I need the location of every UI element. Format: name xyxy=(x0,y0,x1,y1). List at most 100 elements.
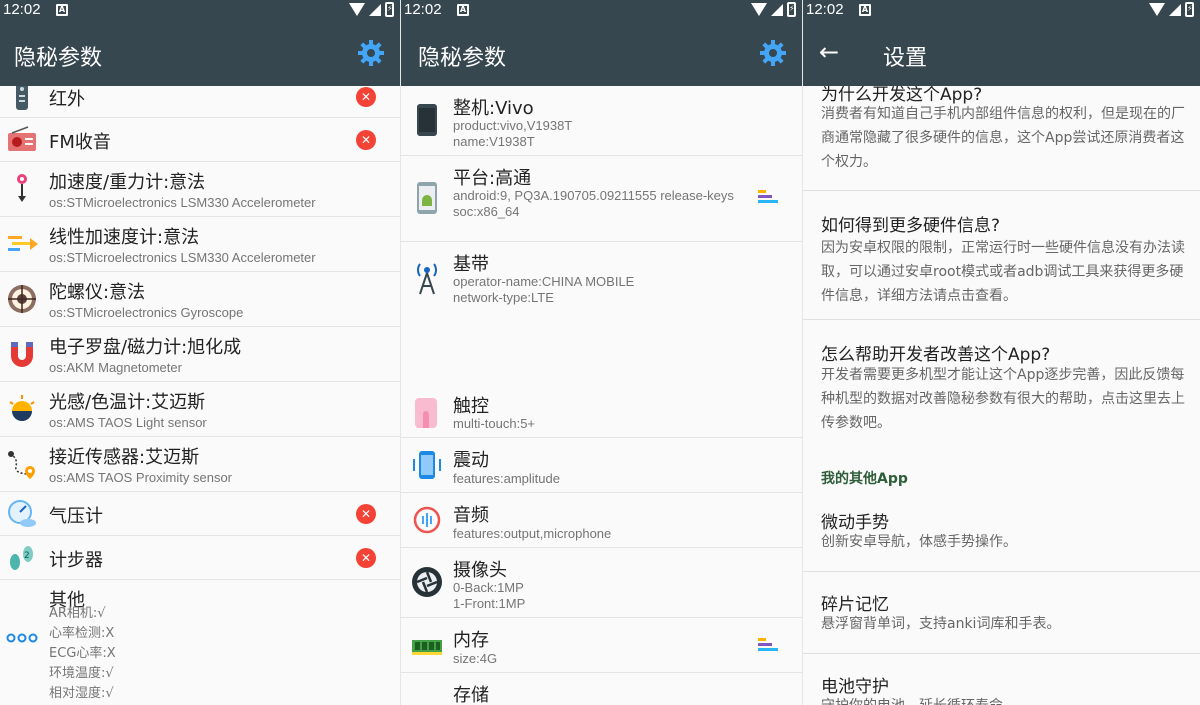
system-icons: ⚡ xyxy=(349,2,394,17)
screen-main-list-1: 12:02 A ⚡ 隐秘参数 红外 ✕ FM收音 ✕ 加速度/重力计:意法 os… xyxy=(0,0,400,705)
item-title: 存储 xyxy=(453,685,489,705)
item-subtitle: os:STMicroelectronics Gyroscope xyxy=(49,305,244,320)
notification-icon: A xyxy=(859,4,871,16)
remove-icon[interactable]: ✕ xyxy=(356,87,376,107)
item-title: 气压计 xyxy=(49,506,103,527)
notification-icon: A xyxy=(457,4,469,16)
battery-icon: ⚡ xyxy=(385,2,394,17)
feature-line: 环境温度:√ xyxy=(49,666,114,681)
list-item-magnetometer[interactable]: 电子罗盘/磁力计:旭化成 os:AKM Magnetometer xyxy=(0,327,400,382)
svg-text:2: 2 xyxy=(24,551,30,561)
speed-lines-icon xyxy=(8,236,38,251)
remote-control-icon xyxy=(16,86,28,110)
camera-aperture-icon xyxy=(412,567,442,597)
item-title: 红外 xyxy=(49,89,85,110)
notification-icon: A xyxy=(56,4,68,16)
list-item-fm-radio[interactable]: FM收音 ✕ xyxy=(0,118,400,162)
battery-icon: ⚡ xyxy=(787,2,796,17)
status-bar: 12:02 A ⚡ xyxy=(803,0,1200,22)
system-icons: ⚡ xyxy=(1149,2,1194,17)
settings-gear-icon[interactable] xyxy=(758,38,788,68)
cell-signal-icon xyxy=(1169,3,1181,16)
accelerometer-icon xyxy=(17,174,27,202)
list-item-memory[interactable]: 内存 size:4G xyxy=(401,618,802,673)
item-title: 线性加速度计:意法 xyxy=(49,227,200,248)
item-title: 光感/色温计:艾迈斯 xyxy=(49,392,206,413)
item-subtitle: features:amplitude xyxy=(453,471,560,486)
app-bar: ← 设置 xyxy=(803,22,1200,86)
settings-list: 为什么开发这个App? 消费者有知道自己手机内部组件信息的权利，但是现在的厂商通… xyxy=(803,86,1200,705)
list-item-proximity-sensor[interactable]: 接近传感器:艾迈斯 os:AMS TAOS Proximity sensor xyxy=(0,437,400,492)
app-item-memory[interactable]: 碎片记忆 悬浮窗背单词，支持anki词库和手表。 xyxy=(803,572,1200,653)
barometer-icon xyxy=(8,500,36,527)
item-title: 计步器 xyxy=(49,550,103,571)
item-title: 触控 xyxy=(453,396,489,417)
item-title: 摄像头 xyxy=(453,560,507,581)
list-item-barometer[interactable]: 气压计 ✕ xyxy=(0,492,400,536)
back-arrow-icon[interactable]: ← xyxy=(819,40,839,64)
remove-icon[interactable]: ✕ xyxy=(356,130,376,150)
item-description: 开发者需要更多机型才能让这个App逐步完善，因此反馈每种机型的数据对改善隐秘参数… xyxy=(821,367,1185,431)
ram-chip-icon xyxy=(412,640,442,655)
phone-icon xyxy=(417,104,437,136)
item-subtitle: size:4G xyxy=(453,651,498,666)
item-subtitle: os:AKM Magnetometer xyxy=(49,360,182,375)
list-item-storage[interactable]: 存储 xyxy=(401,673,802,705)
settings-item-more-info[interactable]: 如何得到更多硬件信息? 因为安卓权限的限制，正常运行时一些硬件信息没有办法读取，… xyxy=(803,191,1200,319)
list-item-linear-accelerometer[interactable]: 线性加速度计:意法 os:STMicroelectronics LSM330 A… xyxy=(0,217,400,272)
wifi-icon xyxy=(751,3,767,16)
stats-icon[interactable] xyxy=(758,190,778,208)
app-title: 隐秘参数 xyxy=(14,46,103,71)
item-description: 消费者有知道自己手机内部组件信息的权利，但是现在的厂商通常隐藏了很多硬件的信息，… xyxy=(821,106,1185,170)
item-description: 守护你的电池，延长循环寿命 xyxy=(821,694,1186,705)
item-title: 如何得到更多硬件信息? xyxy=(821,216,1001,236)
app-item-gesture[interactable]: 微动手势 创新安卓导航，体感手势操作。 xyxy=(803,496,1200,571)
status-time: 12:02 xyxy=(404,1,442,18)
remove-icon[interactable]: ✕ xyxy=(356,548,376,568)
cell-signal-icon xyxy=(771,3,783,16)
wifi-icon xyxy=(349,3,365,16)
touch-hand-icon xyxy=(415,398,437,428)
item-subtitle: os:STMicroelectronics LSM330 Acceleromet… xyxy=(49,250,316,265)
system-icons: ⚡ xyxy=(751,2,796,17)
app-bar: 隐秘参数 xyxy=(401,22,802,86)
item-title: 内存 xyxy=(453,630,489,651)
list-item-audio[interactable]: 音频 features:output,microphone xyxy=(401,493,802,548)
stats-icon[interactable] xyxy=(758,638,778,656)
item-title: 平台:高通 xyxy=(453,168,532,189)
sun-half-icon xyxy=(9,395,35,421)
list-item-gyroscope[interactable]: 陀螺仪:意法 os:STMicroelectronics Gyroscope xyxy=(0,272,400,327)
status-time: 12:02 xyxy=(3,1,41,18)
screen-settings: 12:02 A ⚡ ← 设置 为什么开发这个App? 消费者有知道自己手机内部组… xyxy=(802,0,1200,705)
list-item-touch[interactable]: 触控 multi-touch:5+ xyxy=(401,396,802,438)
status-bar: 12:02 A ⚡ xyxy=(0,0,400,22)
list-item-baseband[interactable]: 基带 operator-name:CHINA MOBILE network-ty… xyxy=(401,242,802,396)
item-subtitle: os:AMS TAOS Light sensor xyxy=(49,415,207,430)
list-item-infrared[interactable]: 红外 ✕ xyxy=(0,86,400,118)
list-item-pedometer[interactable]: 2 计步器 ✕ xyxy=(0,536,400,580)
settings-gear-icon[interactable] xyxy=(356,38,386,68)
item-title: 整机:Vivo xyxy=(453,98,534,119)
list-item-accelerometer[interactable]: 加速度/重力计:意法 os:STMicroelectronics LSM330 … xyxy=(0,162,400,217)
list-item-platform[interactable]: 平台:高通 android:9, PQ3A.190705.09211555 re… xyxy=(401,156,802,242)
feature-line: 心率检测:X xyxy=(49,626,115,641)
settings-item-why[interactable]: 为什么开发这个App? 消费者有知道自己手机内部组件信息的权利，但是现在的厂商通… xyxy=(803,86,1200,190)
remove-icon[interactable]: ✕ xyxy=(356,504,376,524)
hardware-list: 整机:Vivo product:vivo,V1938T name:V1938T … xyxy=(401,86,802,705)
item-title: 陀螺仪:意法 xyxy=(49,282,146,303)
item-title: 加速度/重力计:意法 xyxy=(49,172,206,193)
list-item-light-sensor[interactable]: 光感/色温计:艾迈斯 os:AMS TAOS Light sensor xyxy=(0,382,400,437)
settings-item-help-developer[interactable]: 怎么帮助开发者改善这个App? 开发者需要更多机型才能让这个App逐步完善，因此… xyxy=(803,320,1200,445)
app-item-battery[interactable]: 电池守护 守护你的电池，延长循环寿命 xyxy=(803,654,1200,705)
list-item-device[interactable]: 整机:Vivo product:vivo,V1938T name:V1938T xyxy=(401,86,802,156)
item-subtitle: multi-touch:5+ xyxy=(453,416,536,431)
item-subtitle: os:AMS TAOS Proximity sensor xyxy=(49,470,233,485)
list-item-camera[interactable]: 摄像头 0-Back:1MP 1-Front:1MP xyxy=(401,548,802,618)
screen-main-list-2: 12:02 A ⚡ 隐秘参数 整机:Vivo product:vivo,V193… xyxy=(400,0,802,705)
wifi-icon xyxy=(1149,3,1165,16)
list-item-vibration[interactable]: 震动 features:amplitude xyxy=(401,438,802,493)
list-item-other[interactable]: 其他 AR相机:√ 心率检测:X ECG心率:X 环境温度:√ 相对湿度:√ xyxy=(0,580,400,705)
item-title: 震动 xyxy=(453,450,489,471)
more-dots-icon xyxy=(6,633,38,643)
item-subtitle: features:output,microphone xyxy=(453,526,612,541)
